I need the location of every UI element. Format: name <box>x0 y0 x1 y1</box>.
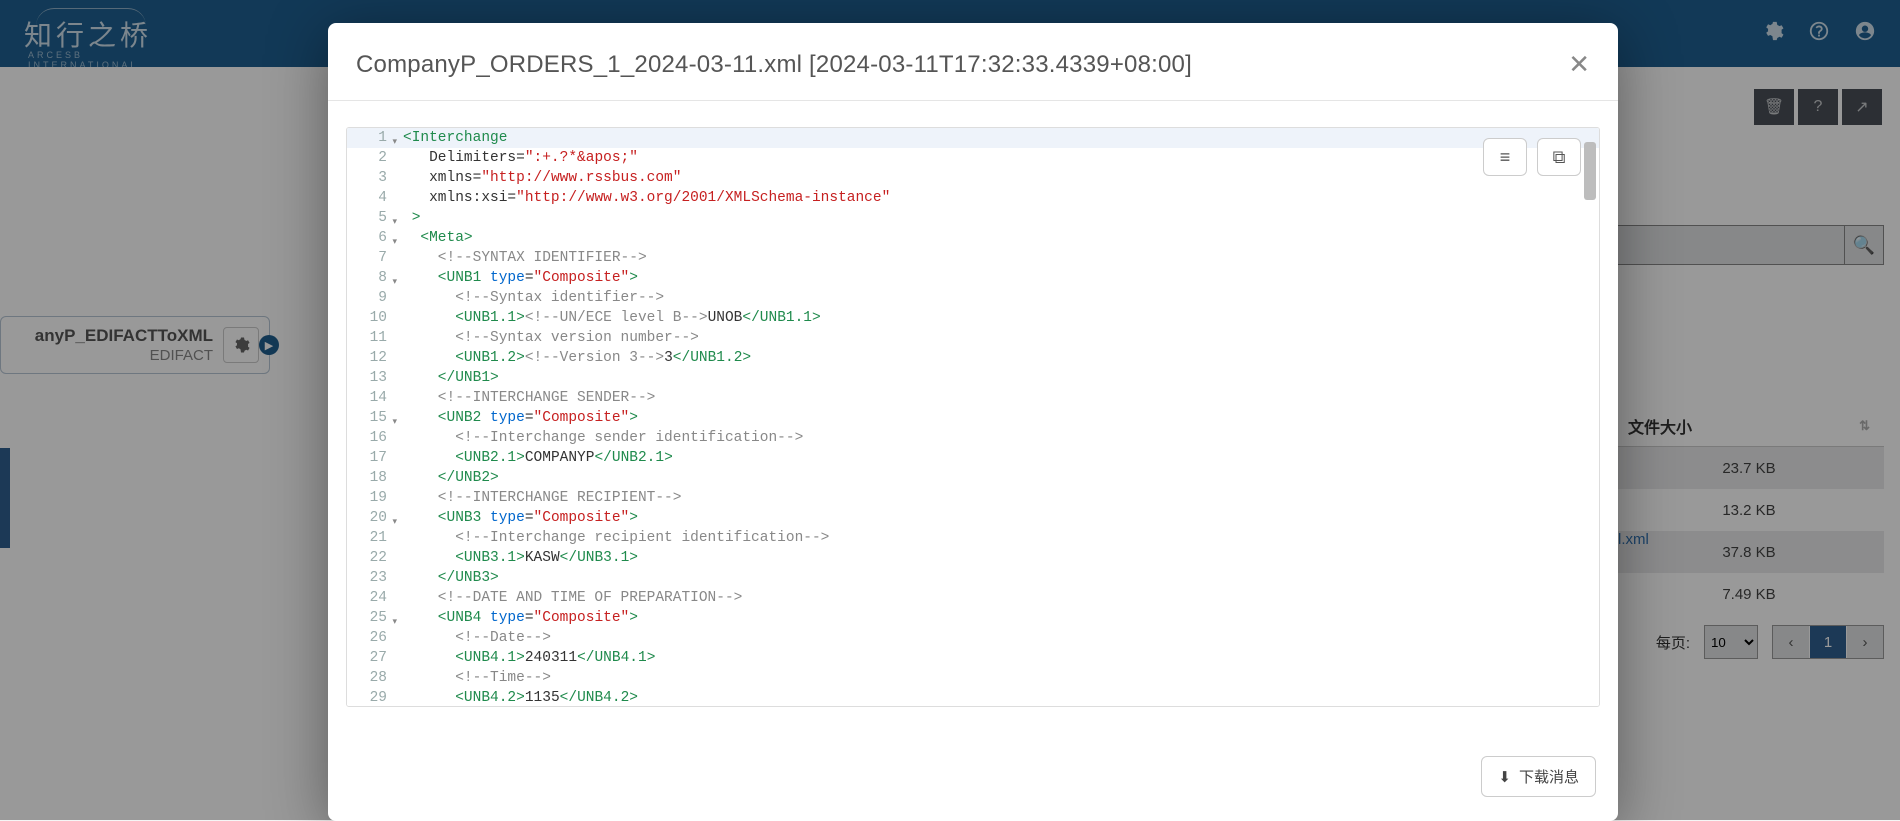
close-icon[interactable]: ✕ <box>1568 49 1590 80</box>
code-line[interactable]: 2 Delimiters=":+.?*&apos;" <box>347 148 1599 168</box>
scrollbar[interactable] <box>1584 142 1596 200</box>
code-line[interactable]: 21 <!--Interchange recipient identificat… <box>347 528 1599 548</box>
code-line[interactable]: 19 <!--INTERCHANGE RECIPIENT--> <box>347 488 1599 508</box>
code-line[interactable]: 25▾ <UNB4 type="Composite"> <box>347 608 1599 628</box>
code-line[interactable]: 26 <!--Date--> <box>347 628 1599 648</box>
code-line[interactable]: 17 <UNB2.1>COMPANYP</UNB2.1> <box>347 448 1599 468</box>
file-viewer-modal: CompanyP_ORDERS_1_2024-03-11.xml [2024-0… <box>328 23 1618 821</box>
download-icon: ⬇ <box>1498 768 1511 786</box>
code-line[interactable]: 20▾ <UNB3 type="Composite"> <box>347 508 1599 528</box>
code-line[interactable]: 18 </UNB2> <box>347 468 1599 488</box>
menu-icon[interactable]: ≡ <box>1483 138 1527 176</box>
modal-title: CompanyP_ORDERS_1_2024-03-11.xml [2024-0… <box>356 51 1192 79</box>
code-line[interactable]: 27 <UNB4.1>240311</UNB4.1> <box>347 648 1599 668</box>
code-line[interactable]: 29 <UNB4.2>1135</UNB4.2> <box>347 688 1599 706</box>
code-line[interactable]: 1▾<Interchange <box>347 128 1599 148</box>
code-line[interactable]: 3 xmlns="http://www.rssbus.com" <box>347 168 1599 188</box>
code-line[interactable]: 4 xmlns:xsi="http://www.w3.org/2001/XMLS… <box>347 188 1599 208</box>
copy-icon[interactable]: ⧉ <box>1537 138 1581 176</box>
code-viewer: ≡ ⧉ 1▾<Interchange2 Delimiters=":+.?*&ap… <box>346 127 1600 707</box>
code-line[interactable]: 6▾ <Meta> <box>347 228 1599 248</box>
download-button[interactable]: ⬇ 下载消息 <box>1481 756 1596 797</box>
code-line[interactable]: 22 <UNB3.1>KASW</UNB3.1> <box>347 548 1599 568</box>
code-line[interactable]: 11 <!--Syntax version number--> <box>347 328 1599 348</box>
code-line[interactable]: 16 <!--Interchange sender identification… <box>347 428 1599 448</box>
code-line[interactable]: 23 </UNB3> <box>347 568 1599 588</box>
code-line[interactable]: 9 <!--Syntax identifier--> <box>347 288 1599 308</box>
code-line[interactable]: 12 <UNB1.2><!--Version 3-->3</UNB1.2> <box>347 348 1599 368</box>
code-line[interactable]: 15▾ <UNB2 type="Composite"> <box>347 408 1599 428</box>
code-line[interactable]: 28 <!--Time--> <box>347 668 1599 688</box>
code-line[interactable]: 24 <!--DATE AND TIME OF PREPARATION--> <box>347 588 1599 608</box>
code-line[interactable]: 10 <UNB1.1><!--UN/ECE level B-->UNOB</UN… <box>347 308 1599 328</box>
code-line[interactable]: 7 <!--SYNTAX IDENTIFIER--> <box>347 248 1599 268</box>
code-line[interactable]: 13 </UNB1> <box>347 368 1599 388</box>
code-line[interactable]: 14 <!--INTERCHANGE SENDER--> <box>347 388 1599 408</box>
code-line[interactable]: 5▾ > <box>347 208 1599 228</box>
code-line[interactable]: 8▾ <UNB1 type="Composite"> <box>347 268 1599 288</box>
